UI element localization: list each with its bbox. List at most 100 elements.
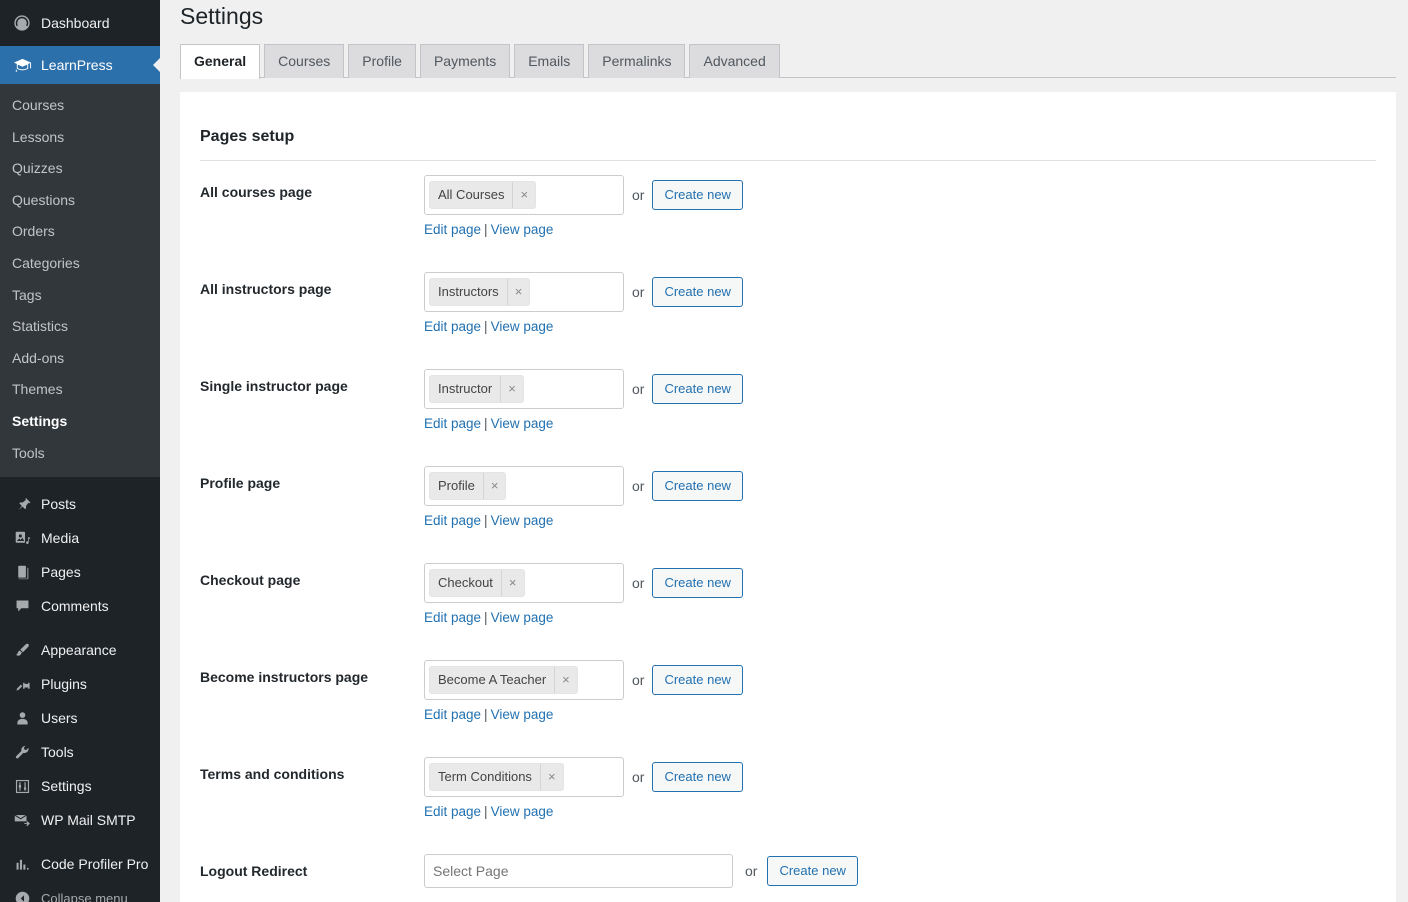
row-field: Profile × or Create new xyxy=(424,466,743,506)
paintbrush-icon xyxy=(12,640,32,660)
create-new-button[interactable]: Create new xyxy=(652,374,743,404)
create-new-button[interactable]: Create new xyxy=(652,665,743,695)
pages-setup-form: All courses page All Courses × or Create new… xyxy=(180,161,1396,902)
sidebar-group-content: Posts Media Pages Comments xyxy=(0,487,160,623)
row-label: All instructors page xyxy=(200,281,332,297)
submenu-item-lessons[interactable]: Lessons xyxy=(0,122,160,154)
submenu-item-questions[interactable]: Questions xyxy=(0,185,160,217)
sidebar-item-media[interactable]: Media xyxy=(0,521,160,555)
email-arrow-icon xyxy=(12,810,32,830)
view-page-link[interactable]: View page xyxy=(491,222,554,237)
sidebar-item-label: Plugins xyxy=(41,676,87,693)
media-icon xyxy=(12,528,32,548)
sidebar-item-tools[interactable]: Tools xyxy=(0,735,160,769)
view-page-link[interactable]: View page xyxy=(491,513,554,528)
wordpress-admin-screen: Dashboard LearnPress Courses Lessons Quizz… xyxy=(0,0,1408,902)
create-new-button[interactable]: Create new xyxy=(767,856,858,886)
sidebar-item-wp-mail-smtp[interactable]: WP Mail SMTP xyxy=(0,803,160,837)
view-page-link[interactable]: View page xyxy=(491,610,554,625)
page-select[interactable]: Select Page xyxy=(424,854,733,888)
page-select[interactable]: Instructors × xyxy=(424,272,624,312)
tab-advanced[interactable]: Advanced xyxy=(689,44,780,78)
create-new-button[interactable]: Create new xyxy=(652,277,743,307)
view-page-link[interactable]: View page xyxy=(491,707,554,722)
link-separator: | xyxy=(484,513,488,528)
remove-selection-icon[interactable]: × xyxy=(512,182,535,208)
remove-selection-icon[interactable]: × xyxy=(500,376,523,402)
remove-selection-icon[interactable]: × xyxy=(554,667,577,693)
edit-page-link[interactable]: Edit page xyxy=(424,804,481,819)
edit-page-link[interactable]: Edit page xyxy=(424,319,481,334)
tab-courses[interactable]: Courses xyxy=(264,44,345,78)
submenu-item-tools[interactable]: Tools xyxy=(0,438,160,470)
or-label: or xyxy=(632,672,645,688)
remove-selection-icon[interactable]: × xyxy=(482,473,506,499)
edit-page-link[interactable]: Edit page xyxy=(424,513,481,528)
sidebar-item-learnpress[interactable]: LearnPress xyxy=(0,46,160,84)
selected-page-label: Instructor xyxy=(438,381,493,396)
submenu-item-orders[interactable]: Orders xyxy=(0,216,160,248)
section-title: Pages setup xyxy=(200,128,295,145)
tab-payments[interactable]: Payments xyxy=(419,44,511,78)
edit-page-link[interactable]: Edit page xyxy=(424,222,481,237)
create-new-button[interactable]: Create new xyxy=(652,568,743,598)
sidebar-item-code-profiler-pro[interactable]: Code Profiler Pro xyxy=(0,847,160,881)
collapse-menu-button[interactable]: Collapse menu xyxy=(0,881,160,902)
collapse-arrow-icon xyxy=(12,888,32,902)
page-select[interactable]: Instructor × xyxy=(424,369,624,409)
view-page-link[interactable]: View page xyxy=(491,804,554,819)
selected-page-pill: Instructor × xyxy=(429,375,524,403)
sidebar-item-posts[interactable]: Posts xyxy=(0,487,160,521)
edit-page-link[interactable]: Edit page xyxy=(424,707,481,722)
selected-page-pill: Profile × xyxy=(429,472,507,500)
remove-selection-icon[interactable]: × xyxy=(539,764,563,790)
tab-profile[interactable]: Profile xyxy=(348,44,416,78)
view-page-link[interactable]: View page xyxy=(491,416,554,431)
page-select[interactable]: All Courses × xyxy=(424,175,624,215)
row-label: Terms and conditions xyxy=(200,766,345,782)
wrench-icon xyxy=(12,742,32,762)
selected-page-label: Profile xyxy=(438,478,475,493)
sidebar-item-pages[interactable]: Pages xyxy=(0,555,160,589)
selected-page-label: Become A Teacher xyxy=(438,672,547,687)
menu-divider xyxy=(0,477,160,487)
page-select[interactable]: Checkout × xyxy=(424,563,624,603)
submenu-item-statistics[interactable]: Statistics xyxy=(0,311,160,343)
submenu-item-add-ons[interactable]: Add-ons xyxy=(0,343,160,375)
create-new-button[interactable]: Create new xyxy=(652,762,743,792)
view-page-link[interactable]: View page xyxy=(491,319,554,334)
sidebar-item-plugins[interactable]: Plugins xyxy=(0,667,160,701)
learnpress-submenu: Courses Lessons Quizzes Questions Orders Cate… xyxy=(0,84,160,478)
tab-permalinks[interactable]: Permalinks xyxy=(588,44,686,78)
tab-emails[interactable]: Emails xyxy=(514,44,585,78)
create-new-button[interactable]: Create new xyxy=(652,180,743,210)
sidebar-item-appearance[interactable]: Appearance xyxy=(0,633,160,667)
sidebar-item-settings[interactable]: Settings xyxy=(0,769,160,803)
sidebar-item-dashboard[interactable]: Dashboard xyxy=(0,0,160,46)
page-select[interactable]: Profile × xyxy=(424,466,624,506)
sidebar-item-users[interactable]: Users xyxy=(0,701,160,735)
remove-selection-icon[interactable]: × xyxy=(500,570,524,596)
selected-page-label: Checkout xyxy=(438,575,493,590)
page-select[interactable]: Become A Teacher × xyxy=(424,660,624,700)
page-select[interactable]: Term Conditions × xyxy=(424,757,624,797)
create-new-button[interactable]: Create new xyxy=(652,471,743,501)
remove-selection-icon[interactable]: × xyxy=(506,279,530,305)
edit-page-link[interactable]: Edit page xyxy=(424,610,481,625)
row-label: Single instructor page xyxy=(200,378,348,394)
submenu-item-tags[interactable]: Tags xyxy=(0,280,160,312)
selected-page-label: Instructors xyxy=(438,284,499,299)
row-label: Logout Redirect xyxy=(200,863,308,879)
submenu-item-categories[interactable]: Categories xyxy=(0,248,160,280)
selected-page-label: Term Conditions xyxy=(438,769,532,784)
sidebar-item-comments[interactable]: Comments xyxy=(0,589,160,623)
submenu-item-quizzes[interactable]: Quizzes xyxy=(0,153,160,185)
edit-page-link[interactable]: Edit page xyxy=(424,416,481,431)
row-page-links: Edit page | View page xyxy=(424,415,553,434)
submenu-item-themes[interactable]: Themes xyxy=(0,374,160,406)
submenu-item-courses[interactable]: Courses xyxy=(0,90,160,122)
row-page-links: Edit page | View page xyxy=(424,706,553,725)
submenu-item-settings[interactable]: Settings xyxy=(0,406,160,438)
tab-general[interactable]: General xyxy=(180,44,261,79)
row-page-links: Edit page | View page xyxy=(424,803,553,822)
